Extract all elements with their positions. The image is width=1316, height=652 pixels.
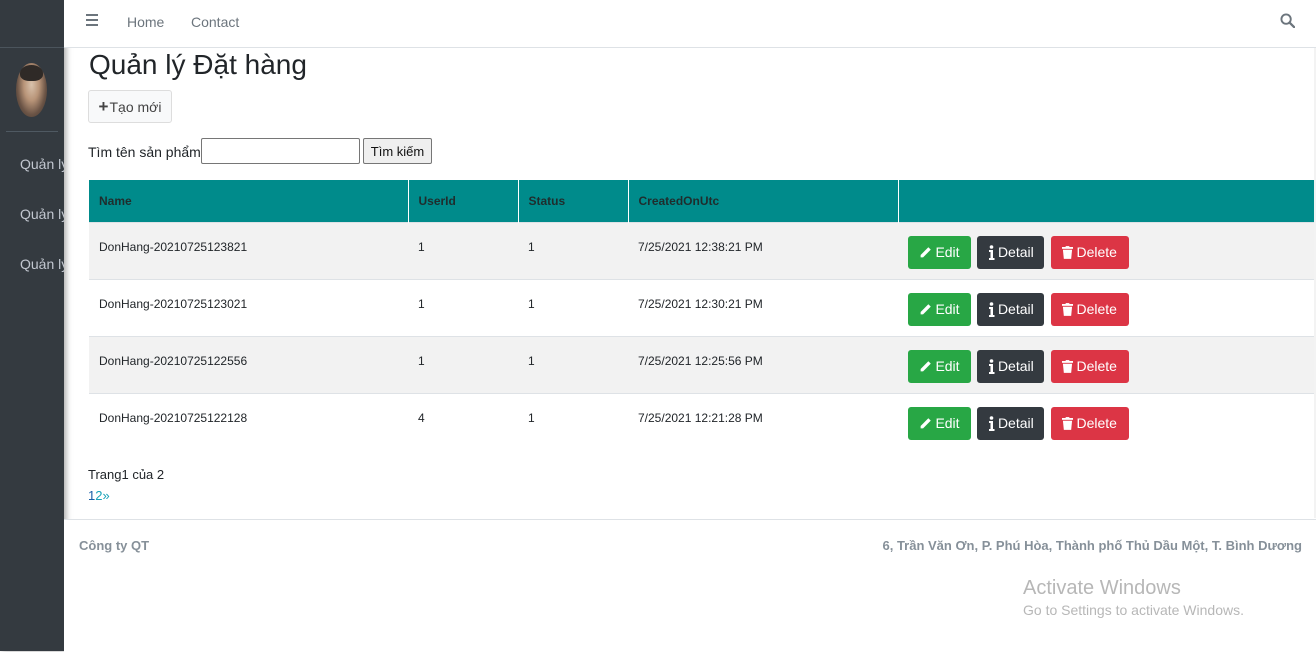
trash-icon [1062, 245, 1074, 259]
pencil-icon [921, 303, 932, 314]
table-row: DonHang-20210725123821 1 1 7/25/2021 12:… [89, 221, 1316, 279]
top-navbar: Home Contact [64, 0, 1316, 48]
delete-label: Delete [1076, 244, 1117, 260]
orders-table: Name UserId Status CreatedOnUtc DonHang-… [89, 180, 1316, 450]
edit-label: Edit [935, 301, 960, 317]
page-title: Quản lý Đặt hàng [89, 49, 307, 80]
cell-userid: 1 [408, 221, 518, 279]
sidebar-brand [0, 0, 64, 48]
create-button-label: Tạo mới [109, 98, 162, 115]
table-row: DonHang-20210725122556 1 1 7/25/2021 12:… [89, 335, 1316, 393]
cell-status: 1 [518, 335, 628, 393]
nav-home-link[interactable]: Home [127, 14, 164, 30]
detail-button[interactable]: Detail [977, 292, 1045, 326]
delete-button[interactable]: Delete [1050, 406, 1129, 440]
cell-userid: 1 [408, 278, 518, 336]
sidebar: Quản lý Quản lý Quản lý [0, 0, 64, 651]
column-header-actions [898, 180, 1316, 222]
create-button[interactable]: + Tạo mới [88, 90, 172, 123]
detail-label: Detail [997, 244, 1034, 260]
detail-button[interactable]: Detail [977, 235, 1045, 269]
trash-icon [1062, 416, 1074, 430]
detail-button[interactable]: Detail [977, 406, 1045, 440]
detail-button[interactable]: Detail [977, 349, 1045, 383]
footer-address: 6, Trần Văn Ơn, P. Phú Hòa, Thành phố Th… [882, 538, 1302, 553]
detail-label: Detail [997, 415, 1034, 431]
cell-actions: Edit Detail Delete [898, 221, 1316, 279]
edit-button[interactable]: Edit [908, 292, 971, 326]
cell-status: 1 [518, 278, 628, 336]
edit-label: Edit [935, 244, 960, 260]
cell-created: 7/25/2021 12:21:28 PM [628, 392, 898, 450]
table-row: DonHang-20210725123021 1 1 7/25/2021 12:… [89, 278, 1316, 336]
nav-contact-link[interactable]: Contact [191, 14, 239, 30]
edit-button[interactable]: Edit [908, 235, 971, 269]
cell-userid: 4 [408, 392, 518, 450]
sidebar-divider [6, 131, 58, 132]
cell-actions: Edit Detail Delete [898, 278, 1316, 336]
cell-actions: Edit Detail Delete [898, 392, 1316, 450]
search-input[interactable] [201, 138, 360, 164]
edit-label: Edit [935, 358, 960, 374]
info-icon [988, 358, 995, 374]
cell-created: 7/25/2021 12:30:21 PM [628, 278, 898, 336]
activation-watermark-title: Activate Windows [1023, 577, 1181, 599]
cell-name: DonHang-20210725122128 [89, 392, 408, 450]
plus-icon: + [98, 97, 109, 116]
cell-userid: 1 [408, 335, 518, 393]
pencil-icon [921, 417, 932, 428]
delete-button[interactable]: Delete [1050, 235, 1129, 269]
column-header-userid: UserId [408, 180, 519, 222]
delete-button[interactable]: Delete [1050, 292, 1129, 326]
delete-button[interactable]: Delete [1050, 349, 1129, 383]
search-icon[interactable] [1280, 13, 1296, 29]
detail-label: Detail [997, 358, 1034, 374]
delete-label: Delete [1076, 358, 1117, 374]
pagination: 12» [88, 488, 110, 503]
search-submit-button[interactable]: Tìm kiếm [363, 138, 432, 164]
cell-actions: Edit Detail Delete [898, 335, 1316, 393]
cell-created: 7/25/2021 12:38:21 PM [628, 221, 898, 279]
cell-name: DonHang-20210725122556 [89, 335, 408, 393]
cell-status: 1 [518, 392, 628, 450]
pencil-icon [921, 246, 932, 257]
edit-button[interactable]: Edit [908, 349, 971, 383]
cell-created: 7/25/2021 12:25:56 PM [628, 335, 898, 393]
info-icon [988, 301, 995, 317]
sidebar-item-3[interactable]: Quản lý [20, 256, 64, 272]
info-icon [988, 415, 995, 431]
delete-label: Delete [1076, 415, 1117, 431]
next-page-link[interactable]: » [102, 488, 109, 503]
search-label: Tìm tên sản phẩm: [88, 144, 205, 160]
edit-button[interactable]: Edit [908, 406, 971, 440]
column-header-status: Status [518, 180, 629, 222]
cell-name: DonHang-20210725123021 [89, 278, 408, 336]
footer-company: Công ty QT [79, 538, 150, 553]
table-header-row: Name UserId Status CreatedOnUtc [89, 180, 1316, 222]
pagination-status: Trang1 của 2 [88, 467, 165, 482]
sidebar-item-1[interactable]: Quản lý [20, 156, 64, 172]
edit-label: Edit [935, 415, 960, 431]
pencil-icon [921, 360, 932, 371]
sidebar-item-2[interactable]: Quản lý [20, 206, 64, 222]
detail-label: Detail [997, 301, 1034, 317]
activation-watermark-subtitle: Go to Settings to activate Windows. [1023, 602, 1244, 618]
hamburger-icon[interactable] [86, 14, 98, 26]
table-row: DonHang-20210725122128 4 1 7/25/2021 12:… [89, 392, 1316, 450]
column-header-created: CreatedOnUtc [628, 180, 899, 222]
trash-icon [1062, 359, 1074, 373]
trash-icon [1062, 302, 1074, 316]
avatar[interactable] [16, 63, 47, 117]
cell-status: 1 [518, 221, 628, 279]
delete-label: Delete [1076, 301, 1117, 317]
cell-name: DonHang-20210725123821 [89, 221, 408, 279]
info-icon [988, 244, 995, 260]
column-header-name: Name [89, 180, 409, 222]
